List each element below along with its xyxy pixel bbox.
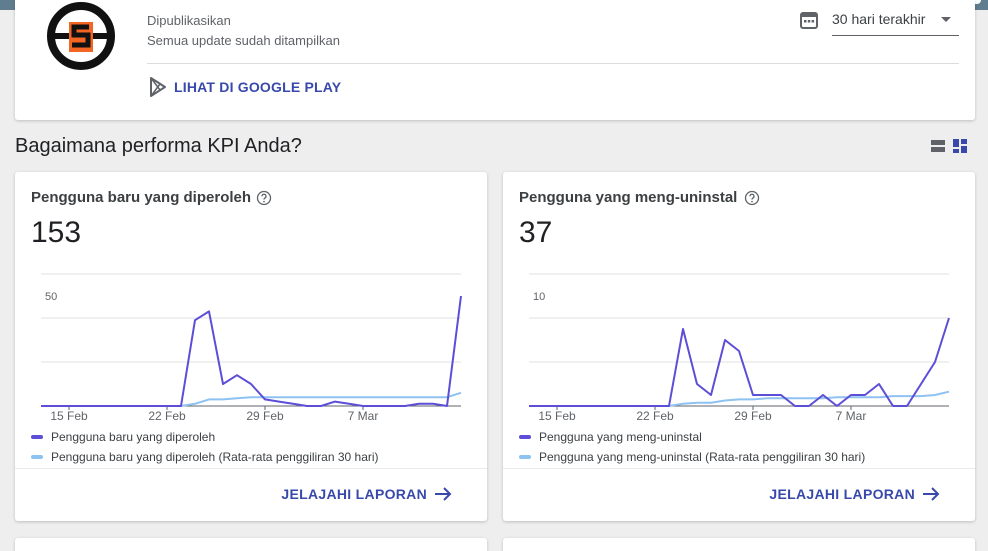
uninstalls-chart: 10 15 Feb 22 Feb 29 Feb 7 Mar	[529, 273, 950, 423]
app-logo-icon	[47, 2, 115, 70]
help-icon[interactable]	[744, 190, 760, 206]
legend-label: Pengguna baru yang diperoleh	[51, 430, 216, 444]
legend-item: Pengguna yang meng-uninstal (Rata-rata p…	[519, 450, 865, 464]
legend-item: Pengguna baru yang diperoleh (Rata-rata …	[31, 450, 379, 464]
card-divider	[15, 468, 487, 469]
header-divider	[147, 63, 959, 64]
x-tick-label: 29 Feb	[246, 409, 284, 423]
list-view-icon[interactable]	[931, 140, 945, 152]
explore-report-link[interactable]: JELAJAHI LAPORAN	[281, 486, 453, 502]
explore-report-link[interactable]: JELAJAHI LAPORAN	[769, 486, 941, 502]
calendar-icon[interactable]	[799, 10, 819, 30]
view-on-google-play-label: LIHAT DI GOOGLE PLAY	[174, 79, 342, 95]
legend-swatch	[519, 435, 531, 439]
kpi-card-title: Pengguna baru yang diperoleh	[31, 189, 252, 206]
explore-report-label: JELAJAHI LAPORAN	[769, 486, 915, 502]
y-tick-label: 10	[533, 291, 545, 303]
kpi-card-next	[15, 538, 487, 551]
kpi-card-title: Pengguna yang meng-uninstal	[519, 189, 738, 206]
kpi-section-title: Bagaimana performa KPI Anda?	[15, 135, 302, 157]
x-tick-label: 7 Mar	[836, 409, 867, 423]
x-tick-label: 15 Feb	[538, 409, 576, 423]
kpi-card-value: 153	[31, 216, 82, 249]
legend-label: Pengguna baru yang diperoleh (Rata-rata …	[51, 450, 379, 464]
kpi-card-new-users: Pengguna baru yang diperoleh 153 50 15 Fe…	[15, 172, 487, 521]
kpi-card-value: 37	[519, 216, 553, 249]
y-tick-label: 50	[45, 291, 57, 303]
kpi-card-next	[503, 538, 975, 551]
date-range-picker[interactable]: 30 hari terakhir	[799, 8, 959, 36]
new-users-chart: 50 15 Feb 22 Feb 29 Feb 7 Mar	[41, 273, 462, 423]
series-line-average	[41, 391, 462, 407]
card-divider	[503, 468, 975, 469]
date-range-select[interactable]: 30 hari terakhir	[832, 8, 959, 36]
series-line-primary	[41, 295, 462, 407]
x-tick-label: 29 Feb	[734, 409, 772, 423]
legend-label: Pengguna yang meng-uninstal (Rata-rata p…	[539, 450, 866, 464]
legend-item: Pengguna yang meng-uninstal	[519, 430, 702, 444]
x-tick-label: 15 Feb	[50, 409, 88, 423]
x-tick-label: 22 Feb	[148, 409, 186, 423]
legend-swatch	[519, 455, 531, 459]
x-tick-label: 7 Mar	[348, 409, 379, 423]
arrow-right-icon	[923, 487, 940, 501]
dropdown-arrow-icon	[941, 17, 951, 22]
view-on-google-play-link[interactable]: LIHAT DI GOOGLE PLAY	[149, 77, 341, 97]
help-icon[interactable]	[256, 190, 272, 206]
published-label: Dipublikasikan	[147, 13, 231, 28]
legend-item: Pengguna baru yang diperoleh	[31, 430, 215, 444]
legend-swatch	[31, 455, 43, 459]
explore-report-label: JELAJAHI LAPORAN	[281, 486, 427, 502]
legend-label: Pengguna yang meng-uninstal	[539, 430, 702, 444]
update-status: Semua update sudah ditampilkan	[147, 33, 340, 48]
arrow-right-icon	[435, 487, 452, 501]
google-play-icon	[150, 77, 166, 97]
date-range-value: 30 hari terakhir	[832, 11, 926, 27]
app-header-card: Dipublikasikan Semua update sudah ditamp…	[15, 0, 975, 120]
legend-swatch	[31, 435, 43, 439]
kpi-card-uninstalls: Pengguna yang meng-uninstal 37 10 15 Feb 2…	[503, 172, 975, 521]
x-tick-label: 22 Feb	[636, 409, 674, 423]
grid-view-icon[interactable]	[953, 139, 967, 153]
